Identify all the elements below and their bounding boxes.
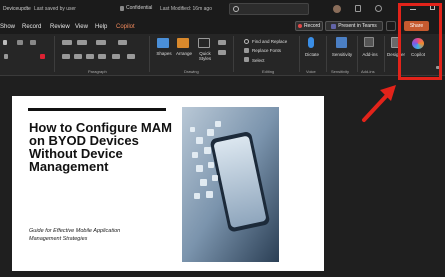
record-icon [297,24,302,28]
gear-icon[interactable] [375,5,382,12]
bullets-icon[interactable] [62,40,72,45]
group-label-voice: Voice [306,69,316,74]
slide-title[interactable]: How to Configure MAM on BYOD Devices Wit… [29,121,179,173]
line-spacing-icon[interactable] [118,40,127,45]
font-color-icon[interactable] [40,54,45,59]
find-replace-button[interactable]: Find and Replace [252,39,287,44]
search-box[interactable] [229,3,309,15]
dictate-button[interactable]: Dictate [302,52,322,57]
numbering-icon[interactable] [77,40,87,45]
align-center-icon[interactable] [74,54,82,59]
search-icon [233,6,239,12]
group-label-addins: Add-ins [361,69,375,74]
group-label-sensitivity: Sensitivity [331,69,350,74]
slide-image[interactable] [182,107,279,262]
addins-icon[interactable] [364,37,374,47]
align-right-icon[interactable] [86,54,94,59]
sensitivity-label-text: Confidential [126,5,153,11]
italic-icon[interactable] [4,54,8,59]
present-in-teams-button[interactable]: Present in Teams [325,21,383,31]
ribbon: Paragraph Shapes Arrange Quick Styles Dr… [0,34,445,76]
menu-view[interactable]: View [75,24,88,30]
replace-fonts-icon [244,48,249,53]
phone-illustration [182,107,279,262]
sensitivity-label[interactable]: Confidential [120,5,152,11]
group-label-editing: Editing [262,69,275,74]
indent-icon[interactable] [96,40,106,45]
save-status: Last saved by user [34,6,76,12]
font-size-increase-icon[interactable] [17,40,23,45]
annotation-arrow [362,85,396,122]
quick-styles-icon[interactable] [198,38,210,48]
menu-record[interactable]: Record [22,24,41,30]
shape-outline-icon[interactable] [218,50,226,55]
shield-icon [120,5,124,11]
arrange-button[interactable]: Arrange [173,51,195,56]
teams-icon [331,23,337,29]
menu-copilot[interactable]: Copilot [116,24,135,30]
last-modified: Last Modified: 16m ago [160,6,212,12]
highlight-box [398,3,442,80]
menu-show[interactable]: Show [0,24,15,30]
columns-icon[interactable] [112,54,120,59]
pen-icon[interactable] [355,5,361,12]
comments-button[interactable] [386,21,396,31]
present-in-teams-label: Present in Teams [338,23,377,29]
shape-fill-icon[interactable] [218,40,226,45]
shapes-button[interactable]: Shapes [154,51,174,56]
avatar[interactable] [333,5,341,13]
group-label-paragraph: Paragraph [88,69,107,74]
addins-button[interactable]: Add-ins [360,52,380,57]
document-name: Deviceupdte [3,6,31,12]
select-icon [244,57,249,62]
select-button[interactable]: Select [252,58,265,63]
bold-icon[interactable] [3,40,7,45]
replace-fonts-button[interactable]: Replace Fonts [252,48,281,53]
justify-icon[interactable] [98,54,106,59]
title-rule [28,108,166,111]
group-label-drawing: Drawing [184,69,199,74]
font-size-decrease-icon[interactable] [30,40,36,45]
record-button[interactable]: Record [295,21,323,31]
shapes-icon[interactable] [157,38,169,48]
sensitivity-icon[interactable] [336,37,347,48]
slide-subtitle[interactable]: Guide for Effective Mobile Application M… [29,227,149,243]
microphone-icon[interactable] [308,37,314,48]
find-icon [244,39,249,44]
quick-styles-button[interactable]: Quick Styles [195,51,215,61]
align-left-icon[interactable] [62,54,70,59]
text-direction-icon[interactable] [127,54,135,59]
record-label: Record [303,23,321,29]
slide[interactable]: How to Configure MAM on BYOD Devices Wit… [12,96,324,271]
menu-help[interactable]: Help [95,24,107,30]
sensitivity-button[interactable]: Sensitivity [329,52,355,57]
arrange-icon[interactable] [177,38,189,48]
menu-review[interactable]: Review [50,24,70,30]
